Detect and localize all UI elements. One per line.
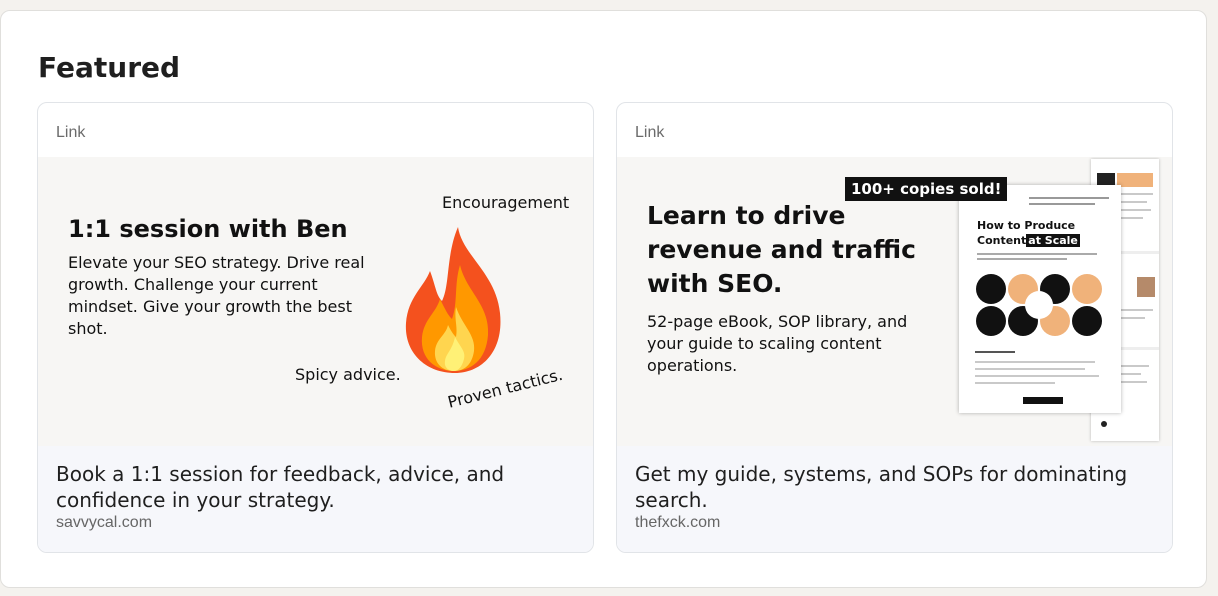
card-thumbnail[interactable]: 1:1 session with Ben Elevate your SEO st… bbox=[38, 157, 593, 446]
card-domain: savvycal.com bbox=[56, 514, 153, 531]
card-headline[interactable]: Book a 1:1 session for feedback, advice,… bbox=[56, 461, 556, 513]
card-headline[interactable]: Get my guide, systems, and SOPs for domi… bbox=[635, 461, 1135, 513]
thumbnail-title: 1:1 session with Ben bbox=[68, 215, 348, 243]
thumbnail-tag-encouragement: Encouragement bbox=[442, 193, 570, 212]
thumbnail-tag-spicy: Spicy advice. bbox=[295, 365, 401, 384]
thumbnail-description: Elevate your SEO strategy. Drive real gr… bbox=[68, 253, 365, 338]
card-kind-label: Link bbox=[635, 124, 665, 141]
featured-card-guide[interactable]: Link Learn to drive revenue and traffic … bbox=[616, 102, 1173, 553]
ebook-cover: How to Produce Content at Scale bbox=[959, 185, 1121, 413]
thumbnail-description: 52-page eBook, SOP library, and your gui… bbox=[647, 312, 908, 375]
featured-card-session[interactable]: Link 1:1 session with Ben Elevate your S… bbox=[37, 102, 594, 553]
card-thumbnail[interactable]: Learn to drive revenue and traffic with … bbox=[617, 157, 1172, 446]
featured-section: Featured Link 1:1 session with Ben Eleva… bbox=[0, 10, 1207, 588]
card-domain: thefxck.com bbox=[635, 514, 721, 531]
thumbnail-title: Learn to drive revenue and traffic with … bbox=[647, 201, 916, 298]
ebook-circles-graphic bbox=[976, 274, 1102, 336]
card-footer: Book a 1:1 session for feedback, advice,… bbox=[38, 446, 593, 552]
section-title: Featured bbox=[38, 51, 181, 84]
card-kind-label: Link bbox=[56, 124, 86, 141]
fire-icon bbox=[405, 227, 501, 373]
card-footer: Get my guide, systems, and SOPs for domi… bbox=[617, 446, 1172, 552]
ebook-title: How to Produce Content at Scale bbox=[977, 219, 1080, 247]
copies-sold-badge: 100+ copies sold! bbox=[845, 177, 1008, 201]
